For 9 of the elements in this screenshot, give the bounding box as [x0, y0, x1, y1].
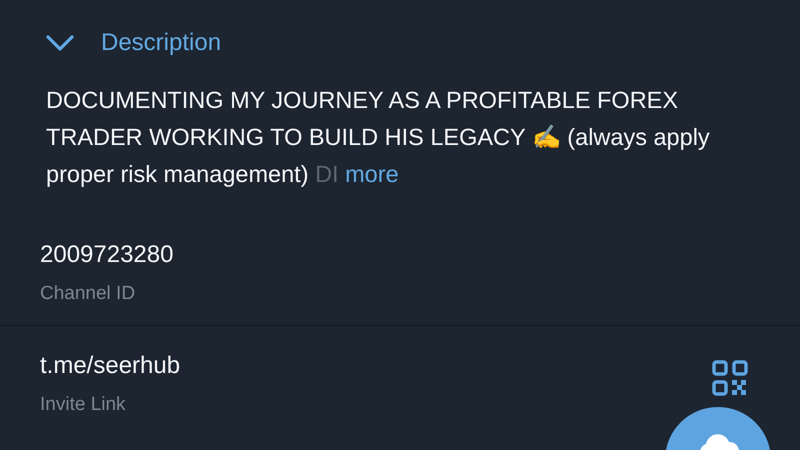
invite-link[interactable]: t.me/seerhub — [40, 352, 180, 380]
chevron-icon — [45, 34, 75, 52]
description-section-header[interactable]: Description — [0, 0, 222, 64]
field-label: Channel ID — [40, 283, 136, 305]
channel-description: DOCUMENTING MY JOURNEY AS A PROFITABLE FOREX TRADER WORKING TO BUILD HIS LEGACY ✍ (always apply proper risk management) DI more — [46, 86, 711, 189]
field-label: Invite Link — [40, 394, 126, 416]
channel-id-value: 2009723280 — [40, 241, 174, 269]
more-link[interactable]: more — [345, 161, 399, 187]
qr-code-icon[interactable] — [712, 360, 748, 396]
